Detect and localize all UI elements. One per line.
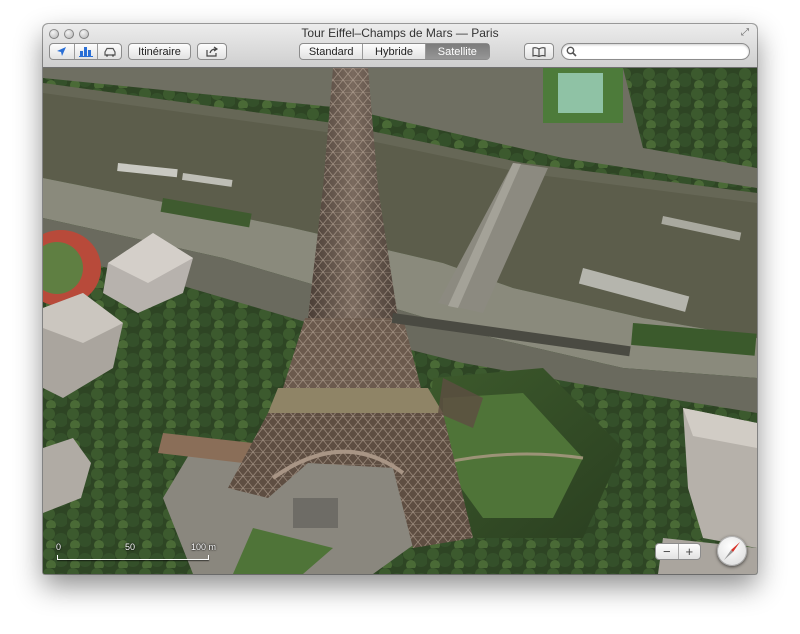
tab-standard[interactable]: Standard <box>300 44 362 59</box>
share-button[interactable] <box>197 43 227 60</box>
scale-label: 50 <box>125 542 136 552</box>
scale-bar: 0 50 100 m <box>56 542 219 562</box>
search-input[interactable] <box>578 44 746 59</box>
bookmarks-icon <box>532 46 546 57</box>
buildings-3d-icon <box>78 47 93 57</box>
tab-hybrid[interactable]: Hybride <box>362 44 424 59</box>
compass-button[interactable] <box>717 536 747 566</box>
maps-window: Tour Eiffel–Champs de Mars — Paris ⤢ Iti… <box>43 24 757 574</box>
bookmarks-button[interactable] <box>524 43 554 60</box>
car-icon <box>104 47 116 57</box>
search-field[interactable] <box>561 43 750 60</box>
current-location-button[interactable] <box>50 44 74 59</box>
scale-ruler <box>57 555 209 560</box>
location-arrow-icon <box>57 47 67 56</box>
view-controls <box>49 43 122 60</box>
scale-label: 100 m <box>191 542 217 552</box>
search-icon <box>566 46 577 57</box>
share-icon <box>205 46 218 57</box>
zoom-out-button[interactable]: − <box>656 544 678 559</box>
map-view[interactable]: 0 50 100 m − + <box>43 68 757 574</box>
fullscreen-icon[interactable]: ⤢ <box>739 27 751 39</box>
window-title: Tour Eiffel–Champs de Mars — Paris <box>301 26 499 40</box>
zoom-control: − + <box>655 543 701 560</box>
traffic-button[interactable] <box>97 44 121 59</box>
zoom-in-button[interactable]: + <box>677 544 701 559</box>
toolbar: Tour Eiffel–Champs de Mars — Paris ⤢ Iti… <box>43 24 757 68</box>
scale-label: 0 <box>56 542 62 552</box>
3d-view-button[interactable] <box>73 44 98 59</box>
directions-button[interactable]: Itinéraire <box>128 43 191 60</box>
satellite-imagery <box>43 68 757 574</box>
map-type-selector: Standard Hybride Satellite <box>299 43 490 60</box>
compass-icon <box>724 542 740 560</box>
tab-satellite[interactable]: Satellite <box>424 44 489 59</box>
